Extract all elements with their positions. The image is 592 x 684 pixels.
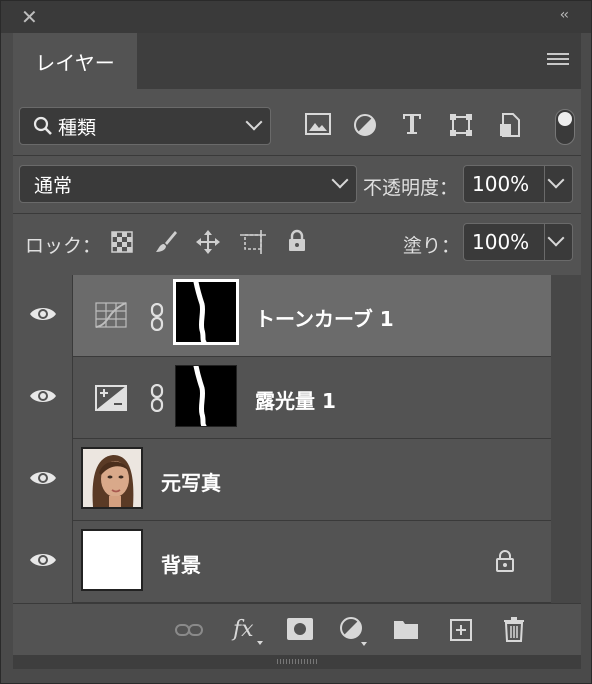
layers-list: トーンカーブ 1 露光量 1 元写真 背景 <box>13 275 551 603</box>
photo-thumbnail[interactable] <box>81 447 143 509</box>
layer-row[interactable]: 背景 <box>13 521 551 603</box>
layer-lock-icon[interactable] <box>495 549 515 577</box>
delete-layer-trash-icon[interactable] <box>503 616 525 646</box>
fill-value: 100% <box>472 230 530 254</box>
visibility-column <box>13 357 73 439</box>
lock-image-pixels-icon[interactable] <box>153 229 179 259</box>
type-filter-icon[interactable] <box>401 111 423 135</box>
chevron-down-icon <box>245 113 263 131</box>
link-layers-icon[interactable] <box>175 622 203 642</box>
new-layer-icon[interactable] <box>449 618 473 646</box>
visibility-column <box>13 521 73 603</box>
layer-row[interactable]: 元写真 <box>13 439 551 521</box>
window-titlebar: ✕ ‹‹ <box>1 1 591 33</box>
eye-icon[interactable] <box>29 551 57 569</box>
layer-name[interactable]: 背景 <box>161 549 201 578</box>
background-thumbnail[interactable] <box>81 529 143 591</box>
opacity-value: 100% <box>472 172 530 196</box>
eye-icon[interactable] <box>29 305 57 323</box>
filter-kind-label: 種類 <box>58 116 97 139</box>
visibility-column <box>13 275 73 357</box>
bottom-toolbar: fx <box>13 603 581 656</box>
fill-field[interactable]: 100% <box>463 223 573 261</box>
adjustment-filter-icon[interactable] <box>353 113 377 137</box>
lock-artboard-icon[interactable] <box>239 229 267 259</box>
opacity-chevron-icon[interactable] <box>547 171 565 189</box>
visibility-column <box>13 439 73 521</box>
opacity-field[interactable]: 100% <box>463 165 573 203</box>
layers-window: ✕ ‹‹ レイヤー 種類 通常 不透明度： 100% ロック： 塗り： 100%… <box>0 0 592 684</box>
new-group-folder-icon[interactable] <box>393 618 419 644</box>
svg-text:fx: fx <box>231 617 254 642</box>
opacity-label: 不透明度： <box>363 177 459 199</box>
filter-kind-dropdown[interactable]: 種類 <box>19 107 271 145</box>
curves-adjustment-icon <box>95 302 127 332</box>
exposure-adjustment-icon <box>95 385 127 415</box>
blend-mode-dropdown[interactable]: 通常 <box>19 165 357 203</box>
filter-toggle-switch[interactable] <box>555 109 575 145</box>
blend-mode-value: 通常 <box>34 174 73 197</box>
shape-filter-icon[interactable] <box>449 113 473 137</box>
fill-chevron-icon[interactable] <box>547 229 565 247</box>
layer-mask-thumbnail[interactable] <box>175 363 237 429</box>
layer-mask-thumbnail[interactable] <box>173 279 239 345</box>
link-icon[interactable] <box>150 383 164 416</box>
layer-name[interactable]: トーンカーブ 1 <box>255 303 394 332</box>
link-icon[interactable] <box>150 302 164 335</box>
layer-name[interactable]: 露光量 1 <box>255 385 336 414</box>
scrollbar[interactable] <box>551 275 581 603</box>
collapse-panel-icon[interactable]: ‹‹ <box>560 7 569 23</box>
layers-panel: レイヤー 種類 通常 不透明度： 100% ロック： 塗り： 100% トーンカ… <box>13 33 581 669</box>
layer-row[interactable]: トーンカーブ 1 <box>13 275 551 357</box>
fill-label: 塗り： <box>403 235 461 257</box>
lock-label: ロック： <box>25 235 102 257</box>
search-icon <box>33 116 52 135</box>
eye-icon[interactable] <box>29 469 57 487</box>
tab-layers[interactable]: レイヤー <box>13 33 137 89</box>
layer-style-fx-icon[interactable]: fx <box>231 614 265 650</box>
new-adjustment-layer-icon[interactable] <box>339 616 369 650</box>
panel-menu-icon[interactable] <box>547 53 569 69</box>
tab-bar: レイヤー <box>13 33 581 89</box>
smart-object-filter-icon[interactable] <box>499 113 521 137</box>
eye-icon[interactable] <box>29 387 57 405</box>
layer-name[interactable]: 元写真 <box>161 467 221 496</box>
image-filter-icon[interactable] <box>305 113 331 135</box>
close-icon[interactable]: ✕ <box>21 6 38 28</box>
layer-row[interactable]: 露光量 1 <box>13 357 551 439</box>
lock-position-icon[interactable] <box>195 229 221 259</box>
resize-grip[interactable] <box>13 655 581 669</box>
lock-all-icon[interactable] <box>287 229 307 257</box>
chevron-down-icon <box>331 171 349 189</box>
add-mask-icon[interactable] <box>287 618 313 644</box>
lock-transparent-pixels-icon[interactable] <box>111 231 133 257</box>
